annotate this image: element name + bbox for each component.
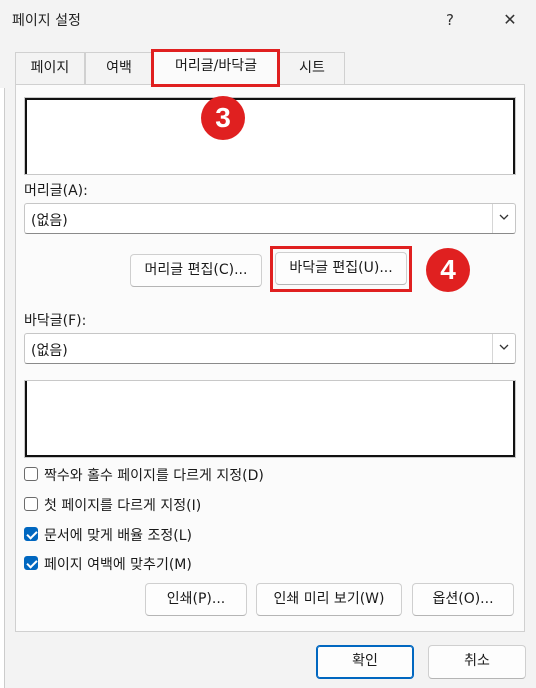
preview-page-edge xyxy=(25,98,515,100)
tab-page[interactable]: 페이지 xyxy=(15,52,85,84)
ok-button[interactable]: 확인 xyxy=(316,645,414,679)
annotation-step-3-badge: 3 xyxy=(201,96,245,140)
background-window-edge xyxy=(0,88,5,688)
header-dropdown[interactable]: (없음) xyxy=(24,203,516,234)
close-button[interactable]: ✕ xyxy=(498,8,522,32)
chevron-down-icon xyxy=(499,344,509,350)
footer-dropdown[interactable]: (없음) xyxy=(24,333,516,364)
print-preview-button[interactable]: 인쇄 미리 보기(W) xyxy=(256,583,402,616)
options-button[interactable]: 옵션(O)... xyxy=(412,583,514,616)
footer-dropdown-value: (없음) xyxy=(31,343,68,359)
tab-sheet[interactable]: 시트 xyxy=(279,52,345,84)
annotation-step-4-badge: 4 xyxy=(426,248,470,292)
dropdown-divider xyxy=(492,204,493,233)
preview-page-edge xyxy=(513,381,515,457)
annotation-highlight-footer-edit xyxy=(270,246,412,292)
checkbox-box[interactable] xyxy=(24,467,38,481)
footer-preview xyxy=(24,380,516,458)
checkbox-label: 짝수와 홀수 페이지를 다르게 지정(D) xyxy=(44,468,264,484)
checkbox-label: 페이지 여백에 맞추기(M) xyxy=(44,557,192,573)
preview-page-edge xyxy=(25,381,27,457)
checkbox-box-checked[interactable] xyxy=(24,556,38,570)
help-button[interactable]: ? xyxy=(438,8,462,32)
dropdown-divider xyxy=(492,334,493,363)
annotation-highlight-tab xyxy=(151,49,280,87)
preview-page-edge xyxy=(25,455,515,457)
tab-margins[interactable]: 여백 xyxy=(85,52,153,84)
preview-page-edge xyxy=(513,98,515,174)
edit-header-button[interactable]: 머리글 편집(C)... xyxy=(130,254,262,287)
print-button[interactable]: 인쇄(P)... xyxy=(145,583,247,616)
checkbox-box[interactable] xyxy=(24,497,38,511)
window-title: 페이지 설정 xyxy=(12,13,81,29)
checkbox-box-checked[interactable] xyxy=(24,527,38,541)
cancel-button[interactable]: 취소 xyxy=(428,645,526,679)
header-label: 머리글(A): xyxy=(24,183,88,199)
checkbox-label: 첫 페이지를 다르게 지정(I) xyxy=(44,498,202,514)
checkbox-label: 문서에 맞게 배율 조정(L) xyxy=(44,528,192,544)
preview-page-edge xyxy=(25,98,27,174)
header-dropdown-value: (없음) xyxy=(31,213,68,229)
header-preview xyxy=(24,97,516,175)
chevron-down-icon xyxy=(499,214,509,220)
title-bar: 페이지 설정 ? ✕ xyxy=(0,0,536,40)
footer-label: 바닥글(F): xyxy=(24,313,87,329)
